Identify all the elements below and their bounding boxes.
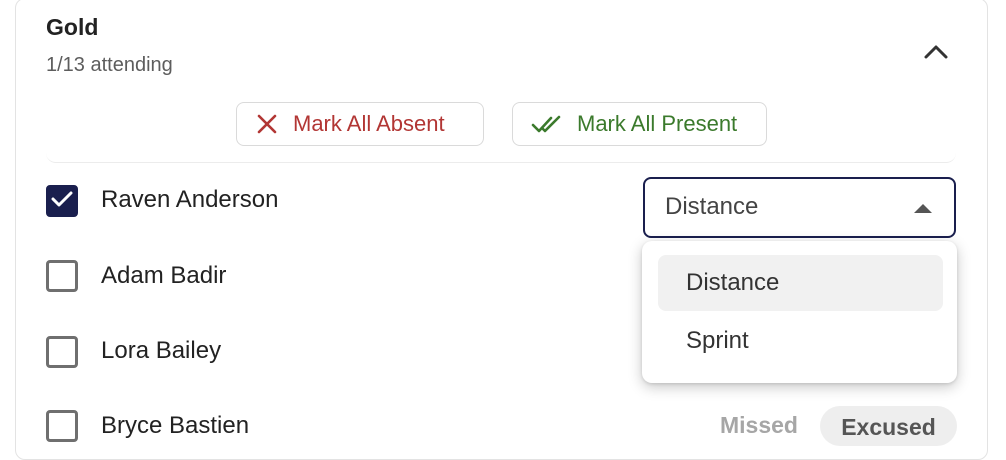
mark-all-present-label: Mark All Present	[577, 111, 738, 136]
collapse-button[interactable]	[918, 38, 954, 70]
mark-all-present-button[interactable]: Mark All Present	[512, 102, 767, 146]
missed-toggle[interactable]: Missed	[720, 412, 798, 439]
athlete-name: Bryce Bastien	[101, 412, 250, 439]
chevron-up-icon	[923, 44, 949, 65]
athlete-checkbox-adam-badir[interactable]	[46, 260, 78, 292]
event-type-select[interactable]: Distance	[643, 177, 956, 238]
athlete-name: Raven Anderson	[101, 186, 279, 213]
athlete-checkbox-lora-bailey[interactable]	[46, 336, 78, 368]
double-check-icon	[531, 113, 563, 135]
event-type-dropdown: Distance Sprint	[642, 241, 957, 383]
caret-up-icon	[914, 204, 932, 213]
option-distance[interactable]: Distance	[658, 255, 943, 311]
event-type-value: Distance	[665, 193, 759, 220]
checkmark-icon	[51, 190, 73, 213]
divider	[46, 148, 956, 163]
athlete-checkbox-bryce-bastien[interactable]	[46, 410, 78, 442]
excused-toggle[interactable]: Excused	[820, 406, 957, 446]
group-title: Gold	[46, 14, 99, 40]
athlete-checkbox-raven-anderson[interactable]	[46, 185, 78, 217]
option-sprint[interactable]: Sprint	[658, 313, 943, 369]
athlete-name: Adam Badir	[101, 262, 227, 289]
mark-all-absent-label: Mark All Absent	[293, 111, 445, 136]
attendance-count: 1/13 attending	[46, 54, 173, 76]
close-icon	[255, 112, 279, 136]
athlete-name: Lora Bailey	[101, 337, 222, 364]
mark-all-absent-button[interactable]: Mark All Absent	[236, 102, 484, 146]
